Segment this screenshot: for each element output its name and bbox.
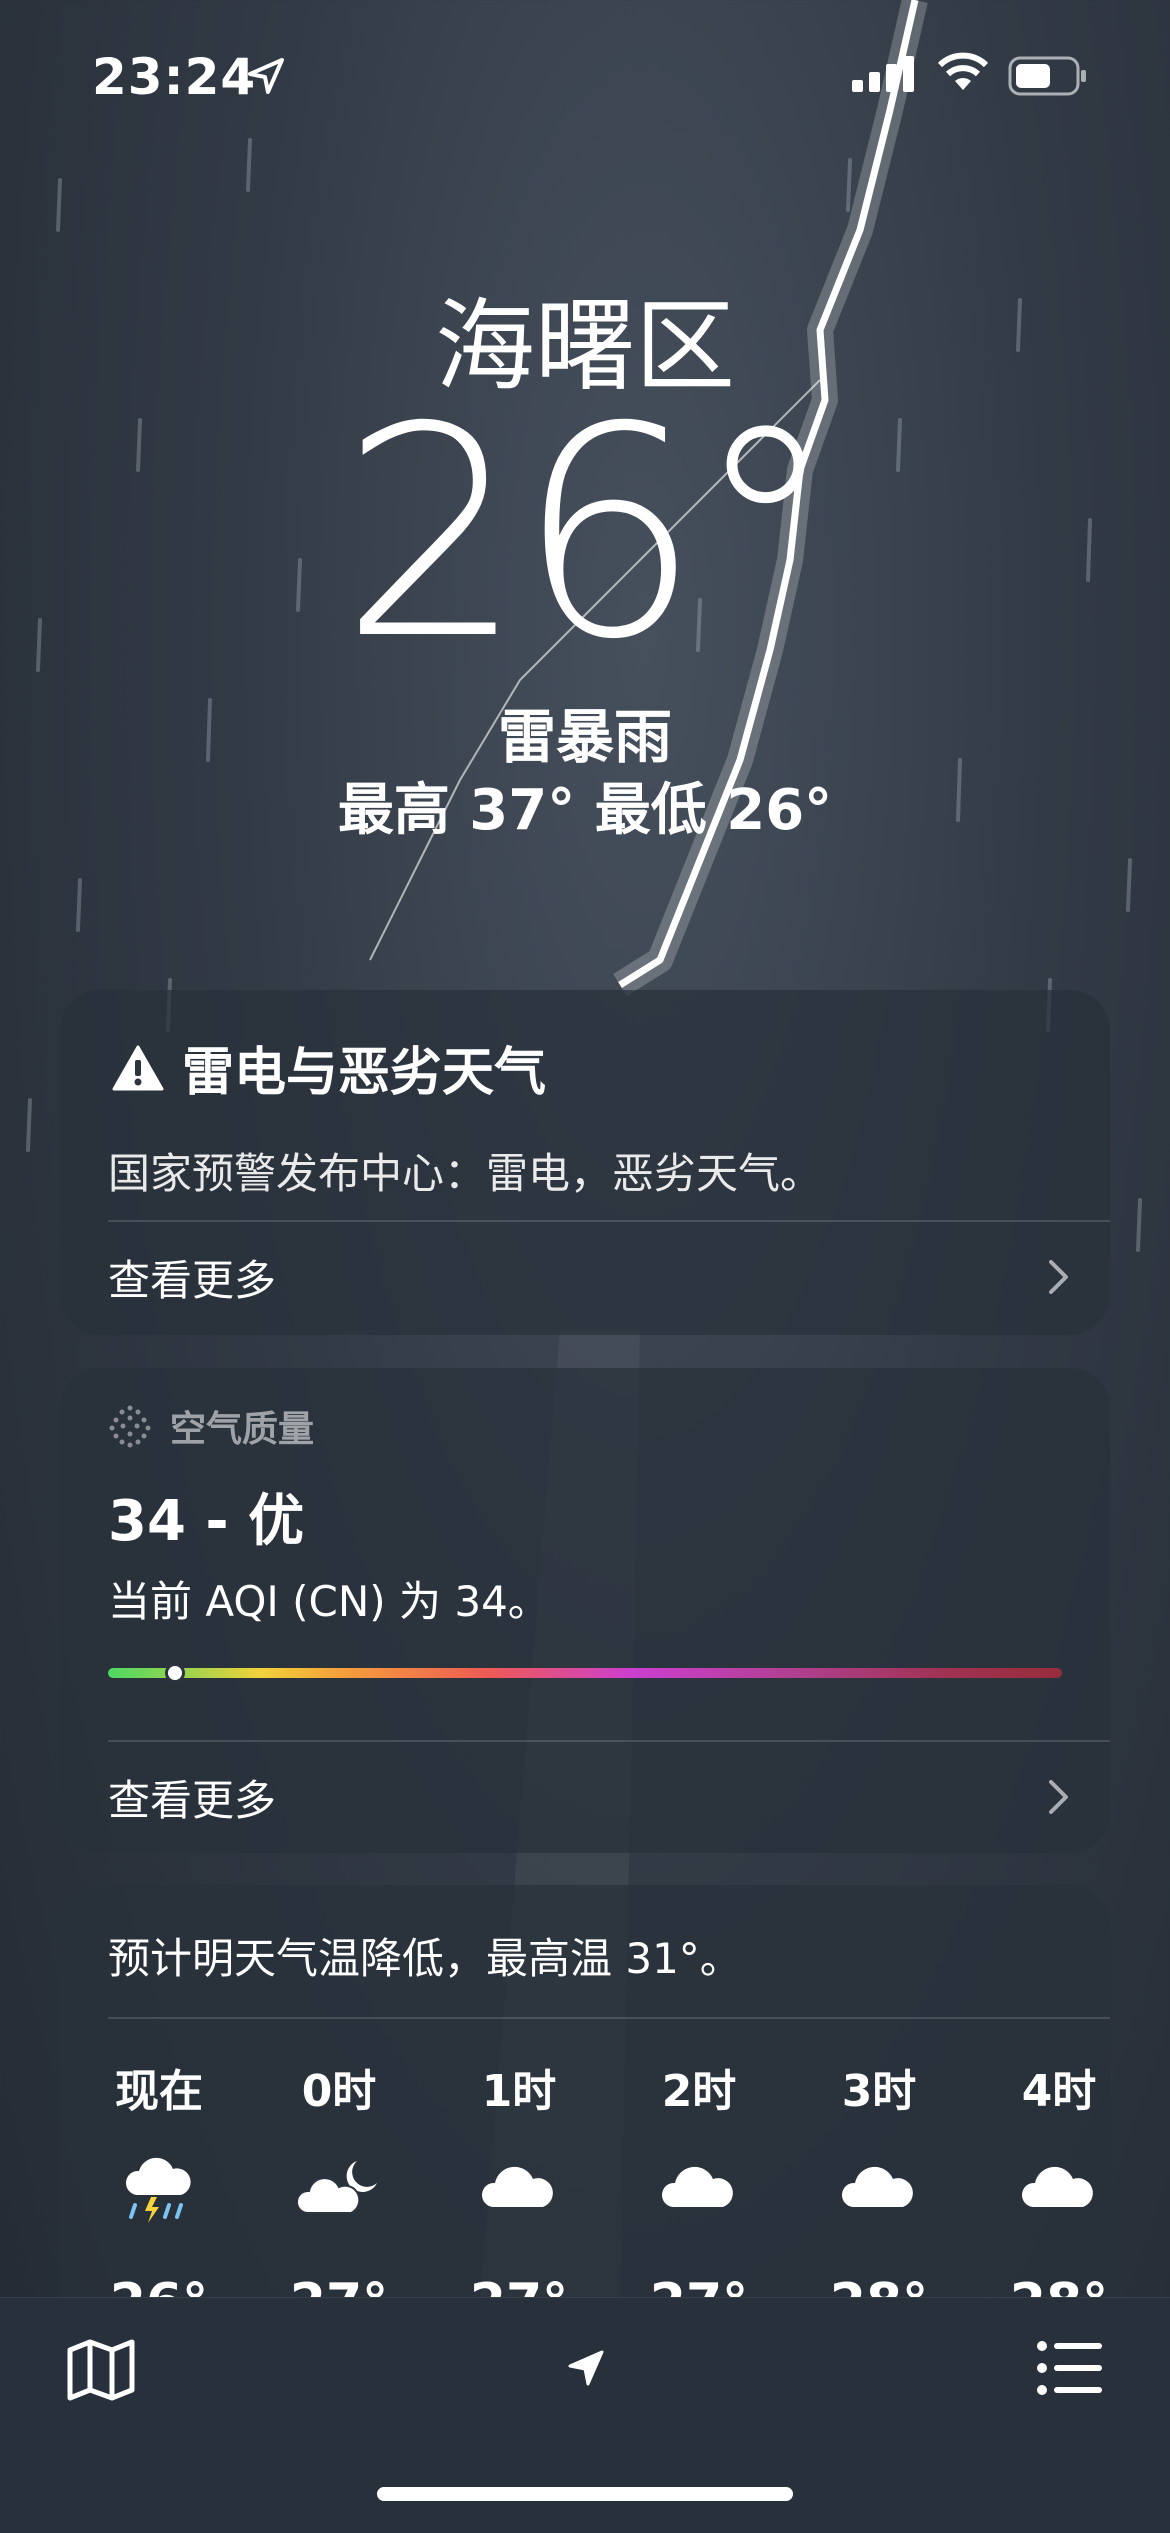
alert-description: 国家预警发布中心：雷电，恶劣天气。 <box>108 1149 823 1198</box>
alert-title-row: 雷电与恶劣天气 <box>112 1030 546 1105</box>
air-quality-dots-icon <box>109 1405 151 1448</box>
map-icon[interactable] <box>66 2338 136 2402</box>
hour-item: 4时 28° <box>994 2055 1110 2333</box>
aqi-scale-bar <box>108 1663 1062 1683</box>
air-quality-heading: 空气质量 <box>170 1409 315 1450</box>
hour-item: 3时 28° <box>814 2055 944 2333</box>
divider <box>108 2017 1110 2019</box>
cloud-icon <box>841 2166 913 2207</box>
high-low-temperature: 最高 37° 最低 26° <box>337 778 833 843</box>
aqi-scale-indicator <box>164 1663 185 1683</box>
hour-label: 1时 <box>481 2066 557 2117</box>
air-quality-header: 空气质量 <box>108 1400 314 1452</box>
see-more-label: 查看更多 <box>108 1775 277 1825</box>
aqi-description: 当前 AQI (CN) 为 34。 <box>108 1577 550 1626</box>
hour-item: 1时 27° <box>454 2055 584 2333</box>
partly-cloudy-night-icon <box>297 2161 377 2214</box>
alert-see-more-button[interactable]: 查看更多 <box>108 1222 1070 1332</box>
see-more-label: 查看更多 <box>108 1255 277 1305</box>
hour-label: 现在 <box>115 2066 203 2117</box>
cloud-icon <box>481 2166 553 2207</box>
hour-label: 0时 <box>301 2066 377 2117</box>
home-indicator[interactable] <box>377 2487 793 2501</box>
hour-label: 2时 <box>661 2066 737 2117</box>
cloud-icon <box>661 2166 733 2207</box>
weather-condition: 雷暴雨 <box>497 703 672 771</box>
hour-label: 4时 <box>1021 2066 1097 2117</box>
air-quality-card[interactable]: 空气质量 34 - 优 当前 AQI (CN) 为 34。 查看更多 <box>60 1368 1110 1853</box>
hour-item: 2时 27° <box>634 2055 764 2333</box>
hour-item: 现在 26° <box>94 2055 224 2333</box>
status-bar: 23:24 <box>0 0 1170 150</box>
list-icon[interactable] <box>1036 2338 1104 2398</box>
cloud-icon <box>1021 2166 1093 2207</box>
warning-icon <box>112 1045 164 1090</box>
hour-label: 3时 <box>841 2066 917 2117</box>
weather-alert-card[interactable]: 雷电与恶劣天气 国家预警发布中心：雷电，恶劣天气。 查看更多 <box>60 990 1110 1335</box>
hourly-summary: 预计明天气温降低，最高温 31°。 <box>108 1934 742 1983</box>
thunderstorm-icon <box>125 2157 191 2223</box>
aqi-see-more-button[interactable]: 查看更多 <box>108 1742 1070 1852</box>
status-time: 23:24 <box>92 48 257 106</box>
hour-item: 0时 27° <box>274 2055 404 2333</box>
current-temperature: 26° <box>339 366 838 703</box>
alert-title: 雷电与恶劣天气 <box>182 1043 547 1103</box>
wifi-icon <box>937 52 989 90</box>
cellular-signal-icon <box>852 56 914 92</box>
location-arrow-icon[interactable] <box>566 2348 606 2388</box>
aqi-value: 34 - 优 <box>108 1489 305 1554</box>
battery-icon <box>1008 56 1086 96</box>
location-arrow-icon <box>248 58 284 94</box>
chevron-right-icon <box>1049 1260 1068 1294</box>
chevron-right-icon <box>1049 1780 1068 1814</box>
